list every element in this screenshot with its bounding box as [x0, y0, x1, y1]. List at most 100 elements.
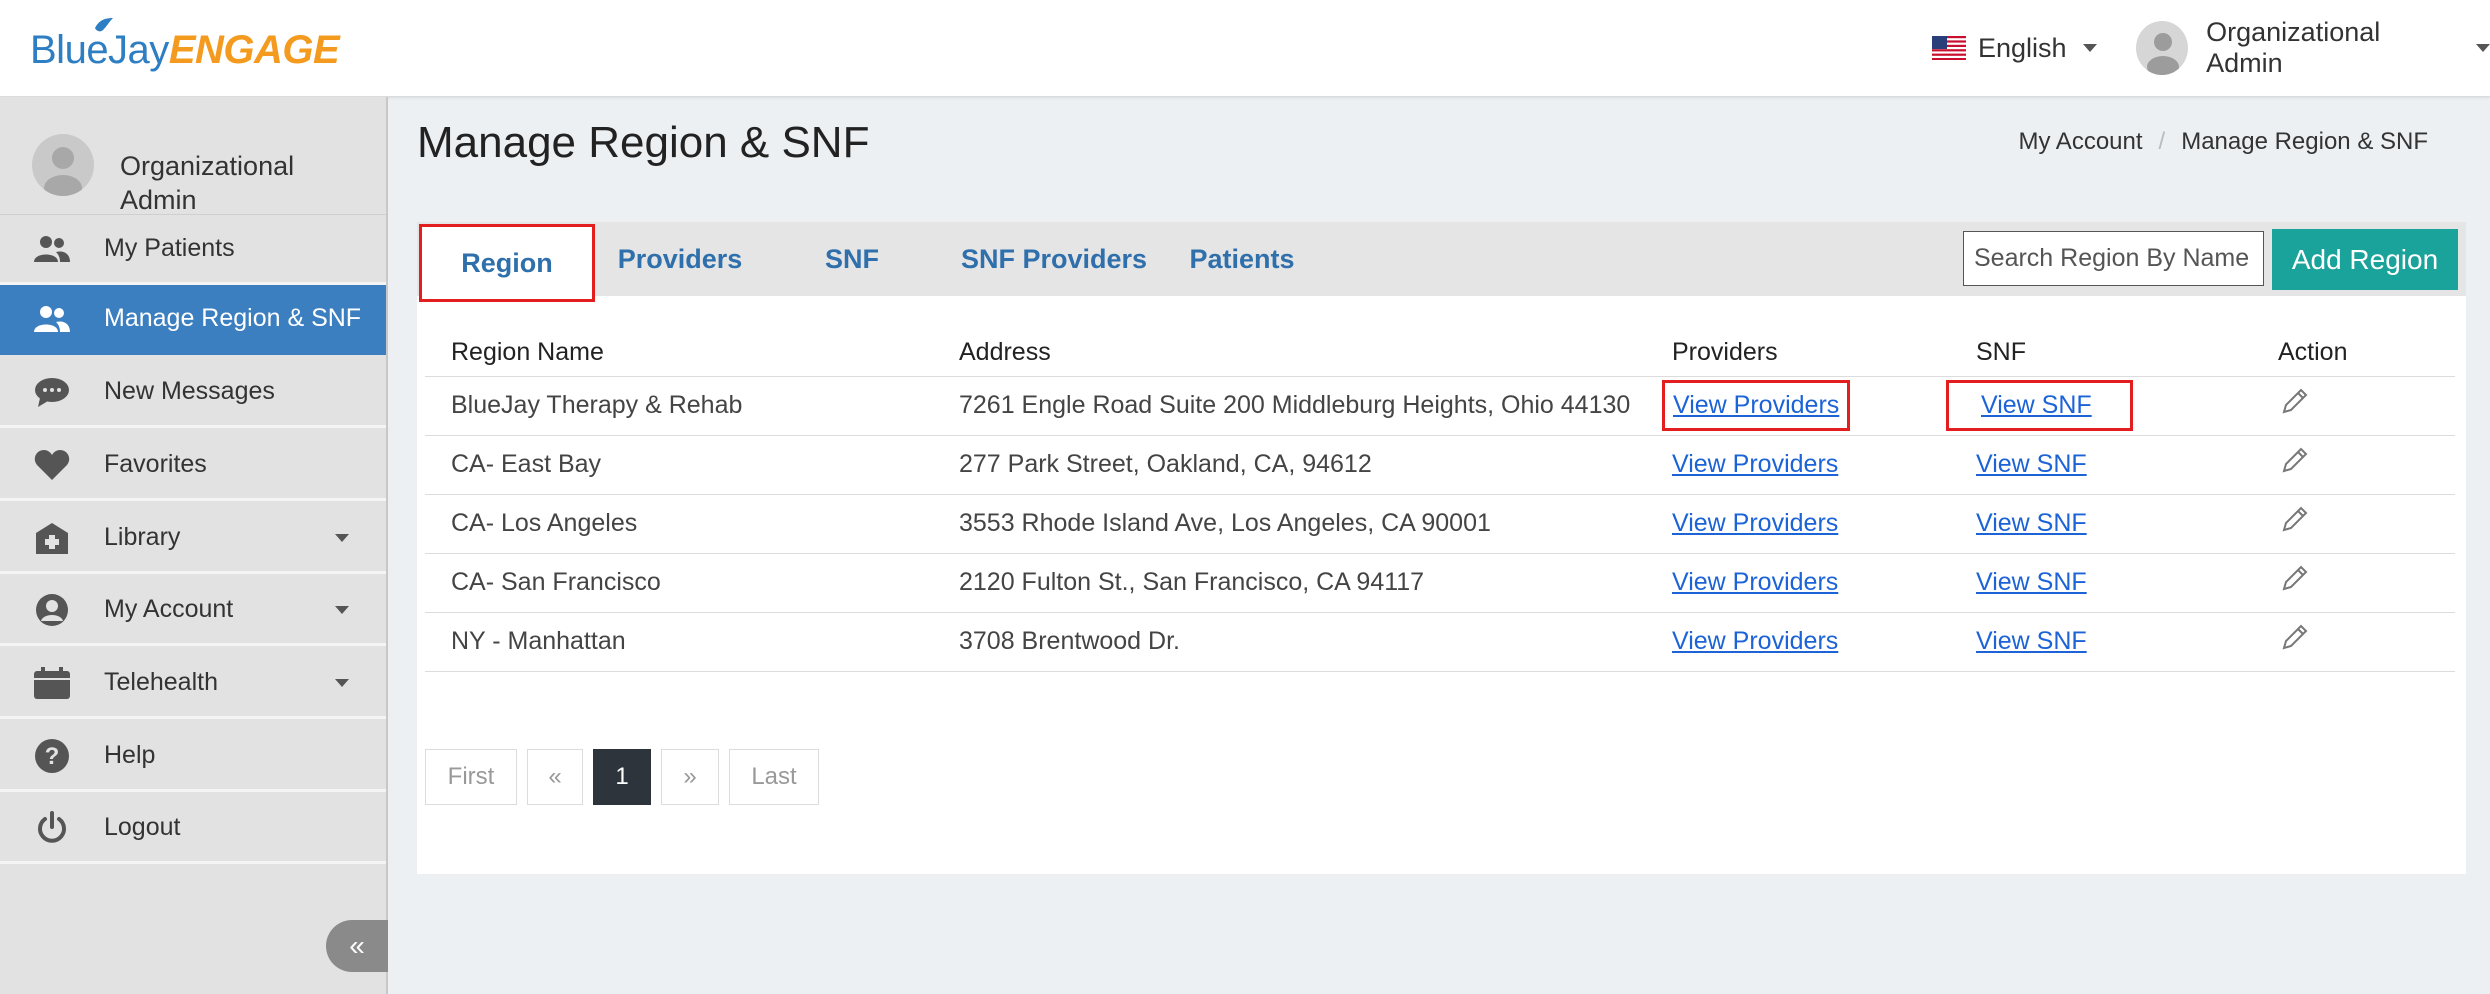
sidebar: Organizational Admin My Patients Manage …	[0, 97, 388, 994]
sidebar-profile: Organizational Admin	[0, 97, 386, 215]
sidebar-item-library[interactable]: Library	[0, 504, 386, 574]
region-table: Region Name Address Providers SNF Action…	[425, 330, 2455, 672]
providers-cell: View Providers	[1646, 376, 1950, 436]
tab-label: Patients	[1189, 243, 1295, 274]
tab-snf[interactable]: SNF	[812, 222, 892, 296]
snf-cell: View SNF	[1950, 612, 2252, 672]
region-name-cell: CA- San Francisco	[425, 553, 933, 613]
double-chevron-left-icon: «	[349, 930, 365, 961]
table-row: BlueJay Therapy & Rehab 7261 Engle Road …	[425, 376, 2455, 436]
view-snf-link[interactable]: View SNF	[1981, 391, 2092, 419]
view-snf-link[interactable]: View SNF	[1976, 627, 2087, 655]
pencil-edit-icon[interactable]	[2278, 504, 2310, 536]
bird-icon	[95, 18, 113, 32]
action-cell	[2252, 376, 2455, 436]
tab-providers[interactable]: Providers	[604, 222, 756, 296]
app-logo[interactable]: BlueJay ENGAGE	[30, 18, 340, 78]
pagination-last-button[interactable]: Last	[729, 749, 819, 805]
address-cell: 2120 Fulton St., San Francisco, CA 94117	[933, 553, 1646, 613]
snf-cell: View SNF	[1950, 435, 2252, 495]
user-menu[interactable]: Organizational Admin	[2136, 17, 2490, 78]
providers-cell: View Providers	[1646, 494, 1950, 554]
breadcrumb-link-my-account[interactable]: My Account	[2018, 128, 2142, 156]
sidebar-item-my-account[interactable]: My Account	[0, 576, 386, 646]
view-providers-link[interactable]: View Providers	[1672, 509, 1838, 537]
pencil-edit-icon[interactable]	[2278, 563, 2310, 595]
region-name-cell: BlueJay Therapy & Rehab	[425, 376, 933, 436]
pagination-page-1-button[interactable]: 1	[593, 749, 651, 805]
users-icon	[32, 299, 72, 339]
sidebar-item-manage-region-snf[interactable]: Manage Region & SNF	[0, 285, 386, 355]
chevron-down-icon	[335, 605, 349, 614]
pagination-previous-button[interactable]: «	[527, 749, 583, 805]
library-icon	[32, 518, 72, 558]
chevron-down-icon	[335, 533, 349, 542]
tab-bar: Region Providers SNF SNF Providers Patie…	[417, 222, 2466, 302]
column-header-region-name: Region Name	[425, 330, 933, 377]
help-icon: ?	[32, 736, 72, 776]
snf-cell: View SNF	[1946, 376, 2252, 436]
avatar	[2136, 21, 2189, 75]
action-cell	[2252, 435, 2455, 495]
power-icon	[32, 808, 72, 848]
language-selector[interactable]: English	[1932, 26, 2097, 70]
tab-region[interactable]: Region	[419, 224, 595, 302]
calendar-icon	[32, 663, 72, 703]
sidebar-item-telehealth[interactable]: Telehealth	[0, 649, 386, 719]
breadcrumb-separator: /	[2158, 128, 2166, 155]
view-snf-link[interactable]: View SNF	[1976, 568, 2087, 596]
pagination-next-button[interactable]: »	[661, 749, 719, 805]
breadcrumb: My Account / Manage Region & SNF	[2018, 128, 2428, 156]
column-header-address: Address	[933, 330, 1646, 377]
view-snf-link[interactable]: View SNF	[1976, 450, 2087, 478]
pencil-edit-icon[interactable]	[2278, 622, 2310, 654]
heart-icon	[32, 445, 72, 485]
sidebar-item-help[interactable]: ? Help	[0, 722, 386, 792]
sidebar-item-label: My Account	[104, 595, 234, 623]
profile-name: Organizational Admin	[120, 151, 295, 215]
top-bar: BlueJay ENGAGE English Organizational Ad…	[0, 0, 2490, 97]
action-cell	[2252, 612, 2455, 672]
view-snf-link[interactable]: View SNF	[1976, 509, 2087, 537]
table-row: CA- Los Angeles 3553 Rhode Island Ave, L…	[425, 494, 2455, 554]
view-providers-link[interactable]: View Providers	[1672, 568, 1838, 596]
providers-cell: View Providers	[1646, 435, 1950, 495]
address-cell: 3553 Rhode Island Ave, Los Angeles, CA 9…	[933, 494, 1646, 554]
avatar	[32, 134, 94, 196]
sidebar-item-new-messages[interactable]: New Messages	[0, 358, 386, 428]
region-card: Region Providers SNF SNF Providers Patie…	[417, 222, 2466, 874]
pagination-first-button[interactable]: First	[425, 749, 517, 805]
collapse-sidebar-button[interactable]: «	[326, 920, 388, 972]
sidebar-item-my-patients[interactable]: My Patients	[0, 215, 386, 285]
add-region-button[interactable]: Add Region	[2272, 229, 2458, 290]
providers-cell: View Providers	[1646, 612, 1950, 672]
tab-patients[interactable]: Patients	[1177, 222, 1307, 296]
tab-snf-providers[interactable]: SNF Providers	[955, 222, 1153, 296]
address-cell: 277 Park Street, Oakland, CA, 94612	[933, 435, 1646, 495]
view-providers-link[interactable]: View Providers	[1673, 391, 1839, 419]
svg-text:?: ?	[45, 743, 60, 770]
table-row: CA- East Bay 277 Park Street, Oakland, C…	[425, 435, 2455, 495]
snf-cell: View SNF	[1950, 553, 2252, 613]
region-name-cell: CA- Los Angeles	[425, 494, 933, 554]
action-cell	[2252, 494, 2455, 554]
view-providers-link[interactable]: View Providers	[1672, 627, 1838, 655]
table-header-row: Region Name Address Providers SNF Action	[425, 330, 2455, 377]
page-title: Manage Region & SNF	[417, 118, 870, 167]
pencil-edit-icon[interactable]	[2278, 386, 2310, 418]
highlight-box: View SNF	[1946, 380, 2133, 431]
tab-label: SNF Providers	[960, 243, 1148, 274]
chevron-down-icon	[335, 678, 349, 687]
sidebar-item-logout[interactable]: Logout	[0, 794, 386, 864]
sidebar-item-label: Logout	[104, 813, 181, 841]
providers-cell: View Providers	[1646, 553, 1950, 613]
pencil-edit-icon[interactable]	[2278, 445, 2310, 477]
region-name-cell: NY - Manhattan	[425, 612, 933, 672]
view-providers-link[interactable]: View Providers	[1672, 450, 1838, 478]
region-name-cell: CA- East Bay	[425, 435, 933, 495]
search-region-input[interactable]	[1963, 231, 2264, 286]
logo-text-engage: ENGAGE	[168, 28, 340, 72]
sidebar-item-favorites[interactable]: Favorites	[0, 431, 386, 501]
table-row: NY - Manhattan 3708 Brentwood Dr. View P…	[425, 612, 2455, 672]
user-name: Organizational Admin	[2206, 17, 2381, 78]
